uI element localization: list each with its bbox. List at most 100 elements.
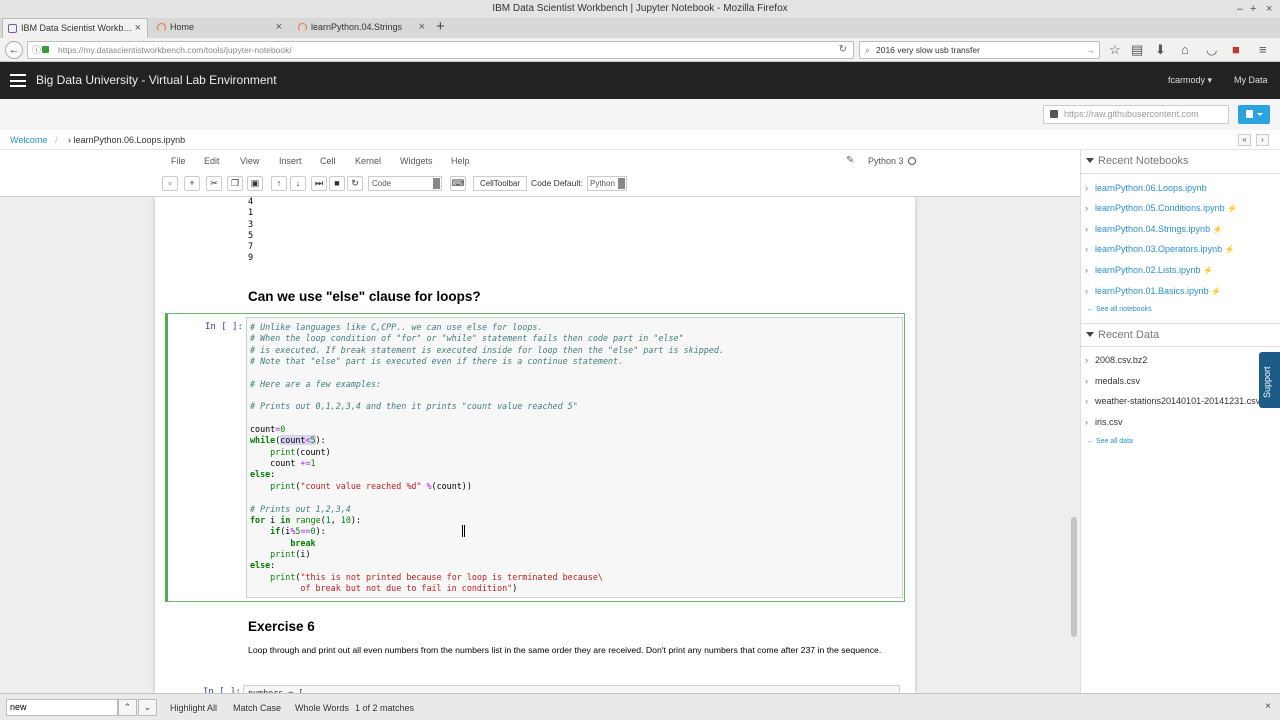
see-all-notebooks-link[interactable]: ← See all notebooks <box>1087 306 1152 313</box>
recent-notebook-item[interactable]: › learnPython.03.Operators.ipynb ⚡ <box>1081 239 1280 259</box>
browser-tab-home[interactable]: Home × <box>152 18 288 38</box>
find-input[interactable]: new <box>6 699 118 716</box>
text-cursor-icon <box>462 525 465 537</box>
bookmark-star-icon[interactable]: ☆ <box>1109 42 1121 58</box>
recent-data-header[interactable]: Recent Data <box>1081 323 1280 347</box>
raw-url-input[interactable]: https://raw.githubusercontent.com <box>1043 105 1229 124</box>
cell-type-select[interactable]: Code <box>368 176 442 191</box>
notebook-scrollbar[interactable] <box>1071 517 1077 637</box>
search-input[interactable]: ⌕ 2016 very slow usb transfer → <box>859 41 1100 59</box>
insert-cell-icon[interactable]: + <box>184 176 200 191</box>
close-tab-icon[interactable]: × <box>276 18 282 37</box>
jupyter-favicon-icon <box>298 23 307 32</box>
code-cell-selected[interactable]: In [ ]: # Unlike languages like C,CPP.. … <box>165 313 905 602</box>
match-case-toggle[interactable]: Match Case <box>233 703 281 713</box>
hamburger-icon[interactable] <box>10 74 26 87</box>
pocket-icon[interactable]: ◡ <box>1206 42 1217 58</box>
browser-tab-strings[interactable]: learnPython.04.Strings × <box>293 18 431 38</box>
menu-view[interactable]: View <box>240 156 259 166</box>
restart-icon[interactable]: ↻ <box>347 176 363 191</box>
minimize-button[interactable]: – <box>1237 0 1243 18</box>
menu-icon[interactable]: ≡ <box>1259 42 1267 58</box>
whole-words-toggle[interactable]: Whole Words <box>295 703 349 713</box>
my-data-link[interactable]: My Data <box>1234 75 1268 85</box>
code-language-select[interactable]: Python <box>587 176 627 191</box>
expand-icon[interactable]: › <box>1256 134 1269 146</box>
close-tab-icon[interactable]: × <box>135 19 141 38</box>
reload-icon[interactable]: ↻ <box>839 42 847 58</box>
save-icon[interactable]: ▫ <box>162 176 178 191</box>
breadcrumb-welcome-link[interactable]: Welcome <box>10 130 47 150</box>
menu-cell[interactable]: Cell <box>320 156 336 166</box>
code-editor[interactable]: # Unlike languages like C,CPP.. we can u… <box>246 317 903 598</box>
recent-data-item[interactable]: › medals.csv <box>1081 371 1280 391</box>
menu-file[interactable]: File <box>171 156 186 166</box>
app-header: Big Data University - Virtual Lab Enviro… <box>0 62 1280 99</box>
stop-icon[interactable]: ■ <box>329 176 345 191</box>
cut-icon[interactable]: ✂ <box>206 176 222 191</box>
move-up-icon[interactable]: ↑ <box>271 176 287 191</box>
code-editor[interactable]: numbers = [ <box>243 685 900 693</box>
menu-edit[interactable]: Edit <box>204 156 220 166</box>
open-file-button[interactable] <box>1238 105 1270 124</box>
maximize-button[interactable]: + <box>1250 0 1256 18</box>
bolt-icon: ⚡ <box>1211 287 1222 296</box>
see-all-data-link[interactable]: ← See all data <box>1087 438 1133 445</box>
app-title: Big Data University - Virtual Lab Enviro… <box>36 73 277 87</box>
close-tab-icon[interactable]: × <box>419 18 425 37</box>
highlight-all-toggle[interactable]: Highlight All <box>170 703 217 713</box>
breadcrumb-current-label: learnPython.06.Loops.ipynb <box>73 135 186 145</box>
recent-notebook-item[interactable]: › learnPython.05.Conditions.ipynb ⚡ <box>1081 198 1280 218</box>
downloads-icon[interactable]: ⬇ <box>1155 42 1166 58</box>
breadcrumb-current: › learnPython.06.Loops.ipynb <box>68 130 185 150</box>
back-arrow-icon[interactable]: ← <box>5 41 23 59</box>
data-file-name: 2008.csv.bz2 <box>1095 355 1148 365</box>
jupyter-favicon-icon <box>157 23 166 32</box>
window-close-button[interactable]: × <box>1266 0 1272 18</box>
search-go-icon[interactable]: → <box>1086 42 1095 58</box>
edit-pencil-icon[interactable]: ✎ <box>846 155 854 166</box>
menu-widgets[interactable]: Widgets <box>400 156 433 166</box>
info-icon[interactable]: ⓘ <box>32 42 41 58</box>
breadcrumb: Welcome / › learnPython.06.Loops.ipynb «… <box>0 130 1280 150</box>
find-bar: new ⌃ ⌄ Highlight All Match Case Whole W… <box>0 693 1280 720</box>
notebook-page: 4 1 3 5 7 9 Can we use "else" clause for… <box>155 197 915 693</box>
url-bar[interactable]: ⓘ https://my.datascientistworkbench.com/… <box>27 41 854 59</box>
dropdown-arrow-icon <box>618 178 625 189</box>
recent-notebooks-header[interactable]: Recent Notebooks <box>1081 150 1280 174</box>
new-tab-icon[interactable]: + <box>436 18 445 36</box>
recent-data-item[interactable]: › iris.csv <box>1081 412 1280 432</box>
recent-data-item[interactable]: › weather-stations20140101-20141231.csv <box>1081 391 1280 411</box>
copy-icon[interactable]: ❐ <box>227 176 243 191</box>
recent-notebook-item[interactable]: › learnPython.04.Strings.ipynb ⚡ <box>1081 219 1280 239</box>
recent-notebook-item[interactable]: › learnPython.06.Loops.ipynb <box>1081 178 1280 198</box>
extension-icon[interactable]: ■ <box>1232 42 1240 58</box>
run-icon[interactable]: ⏭ <box>311 176 327 191</box>
user-menu[interactable]: fcarmody ▾ <box>1168 75 1212 86</box>
notebook-name: learnPython.01.Basics.ipynb <box>1095 286 1209 296</box>
find-previous-icon[interactable]: ⌃ <box>118 699 137 716</box>
caret-down-icon: ▾ <box>1205 75 1213 85</box>
menu-help[interactable]: Help <box>451 156 470 166</box>
support-tab[interactable]: Support <box>1259 352 1280 408</box>
home-icon[interactable]: ⌂ <box>1181 42 1189 58</box>
menu-insert[interactable]: Insert <box>279 156 302 166</box>
close-findbar-icon[interactable]: × <box>1265 701 1271 712</box>
recent-notebook-item[interactable]: › learnPython.01.Basics.ipynb ⚡ <box>1081 281 1280 301</box>
recent-data-item[interactable]: › 2008.csv.bz2 <box>1081 350 1280 370</box>
collapse-icon[interactable]: « <box>1238 134 1251 146</box>
chevron-right-icon: › <box>1085 376 1088 386</box>
menu-kernel[interactable]: Kernel <box>355 156 381 166</box>
notebook-name: learnPython.05.Conditions.ipynb <box>1095 203 1225 213</box>
move-down-icon[interactable]: ↓ <box>290 176 306 191</box>
recent-notebook-item[interactable]: › learnPython.02.Lists.ipynb ⚡ <box>1081 260 1280 280</box>
find-next-icon[interactable]: ⌄ <box>138 699 157 716</box>
window-title: IBM Data Scientist Workbench | Jupyter N… <box>492 3 788 14</box>
notebook-name: learnPython.04.Strings.ipynb <box>1095 224 1211 234</box>
browser-tab-workbench[interactable]: IBM Data Scientist Workb… × <box>2 18 148 38</box>
notebook-menubar: File Edit View Insert Cell Kernel Widget… <box>0 150 1080 197</box>
reading-list-icon[interactable]: ▤ <box>1131 42 1143 58</box>
keyboard-icon[interactable]: ⌨ <box>450 176 466 191</box>
celltoolbar-button[interactable]: CellToolbar <box>473 176 527 191</box>
paste-icon[interactable]: ▣ <box>247 176 263 191</box>
